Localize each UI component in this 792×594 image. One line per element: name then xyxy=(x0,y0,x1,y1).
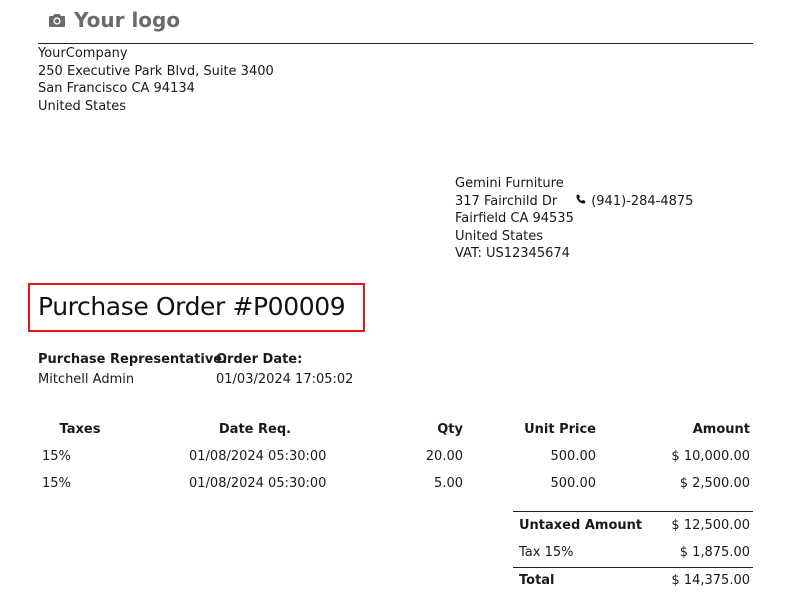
totals-top-divider xyxy=(513,511,753,512)
total-label: Total xyxy=(519,573,555,588)
row2-unit-price: 500.00 xyxy=(550,476,597,491)
tax-value: $ 1,875.00 xyxy=(679,545,750,560)
phone-icon xyxy=(575,193,586,211)
totals-bottom-divider xyxy=(513,567,753,568)
vendor-phone: (941)-284-4875 xyxy=(575,193,693,211)
tax-label: Tax 15% xyxy=(519,545,574,560)
row2-taxes: 15% xyxy=(42,476,71,491)
row1-qty: 20.00 xyxy=(425,449,463,464)
total-value: $ 14,375.00 xyxy=(671,573,750,588)
header-taxes: Taxes xyxy=(59,422,101,437)
row1-date-req: 01/08/2024 05:30:00 xyxy=(189,449,327,464)
logo-text: Your logo xyxy=(74,8,181,32)
row2-date-req: 01/08/2024 05:30:00 xyxy=(189,476,327,491)
company-logo: Your logo xyxy=(48,6,180,34)
vendor-phone-number: (941)-284-4875 xyxy=(591,193,694,209)
company-street: 250 Executive Park Blvd, Suite 3400 xyxy=(38,63,274,79)
company-city: San Francisco CA 94134 xyxy=(38,81,195,96)
header-amount: Amount xyxy=(692,422,750,437)
page-title: Purchase Order #P00009 xyxy=(38,292,346,321)
vendor-country: United States xyxy=(455,228,544,244)
row1-taxes: 15% xyxy=(42,449,71,464)
row2-qty: 5.00 xyxy=(434,476,463,491)
row2-amount: $ 2,500.00 xyxy=(679,476,750,491)
header-divider xyxy=(38,43,753,44)
company-address: YourCompany 250 Executive Park Blvd, Sui… xyxy=(38,45,274,115)
company-name: YourCompany xyxy=(38,46,128,61)
untaxed-amount-label: Untaxed Amount xyxy=(519,518,643,533)
header-date-req: Date Req. xyxy=(218,422,292,437)
vendor-vat: VAT: US12345674 xyxy=(455,246,570,261)
header-unit-price: Unit Price xyxy=(524,422,596,437)
order-date: Order Date: 01/03/2024 17:05:02 xyxy=(216,350,353,390)
vendor-address: Gemini Furniture 317 Fairchild Dr (941)-… xyxy=(455,175,693,263)
row1-amount: $ 10,000.00 xyxy=(671,449,750,464)
header-qty: Qty xyxy=(437,422,463,437)
rep-label: Purchase Representative: xyxy=(38,352,228,367)
untaxed-amount-value: $ 12,500.00 xyxy=(671,518,750,533)
rep-value: Mitchell Admin xyxy=(38,372,135,387)
order-date-label: Order Date: xyxy=(216,352,303,367)
vendor-street-row: 317 Fairchild Dr (941)-284-4875 xyxy=(455,193,693,211)
vendor-street: 317 Fairchild Dr xyxy=(455,193,558,209)
order-date-value: 01/03/2024 17:05:02 xyxy=(216,372,354,387)
vendor-city: Fairfield CA 94535 xyxy=(455,211,574,226)
camera-icon xyxy=(48,12,66,28)
row1-unit-price: 500.00 xyxy=(550,449,597,464)
vendor-name: Gemini Furniture xyxy=(455,176,564,191)
purchase-representative: Purchase Representative: Mitchell Admin xyxy=(38,350,227,390)
company-country: United States xyxy=(38,98,127,114)
